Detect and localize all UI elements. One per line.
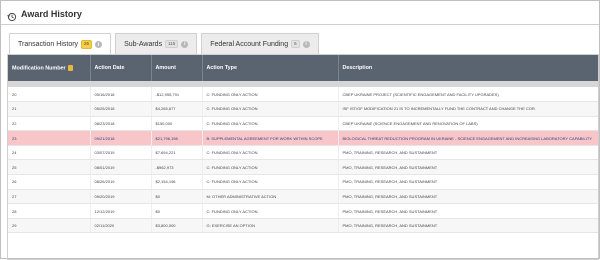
cell-action-type: B: SUPPLEMENTAL AGREEMENT FOR WORK WITHI… [202,130,339,146]
cell-action-type: C: FUNDING ONLY ACTION [202,174,339,190]
transaction-table: Modification Number Action Date Amount A… [7,54,599,260]
cell-amount: $21,796,198 [151,130,203,146]
info-icon[interactable]: i [302,40,310,48]
cell-modification-number: 26 [8,174,91,190]
tab-label: Transaction History [18,41,79,48]
table-row[interactable]: 27 09/20/2019 $0 M: OTHER ADMINISTRATIVE AC… [8,189,598,205]
cell-action-date: 05/25/2018 [90,101,152,117]
cell-modification-number: 22 [8,116,91,132]
tab-transaction-history[interactable]: Transaction History 26 i [9,33,112,55]
column-header-action-type[interactable]: Action Type [202,55,339,81]
cell-modification-number: 21 [8,101,91,117]
count-badge: 26 [81,40,93,49]
info-icon[interactable]: i [181,40,189,48]
cell-description: BIOLOGICAL THREAT REDUCTION PROGRAM IN U… [338,130,598,146]
cell-modification-number: 23 [8,130,91,146]
cell-description: PMO, TRAINING, RESEARCH, AND SUSTAINMENT [338,145,598,161]
cell-amount: $7,694,221 [151,145,203,161]
cell-action-type: C: FUNDING ONLY ACTION [202,145,339,161]
history-icon [7,9,17,22]
cell-description: CBEP UKRAINE PROJECT (SCIENTIFIC ENGAGEM… [338,87,598,103]
cell-description: PMO, TRAINING, RESEARCH, AND SUSTAINMENT [338,203,598,219]
cell-action-type: M: OTHER ADMINISTRATIVE ACTION [202,189,339,205]
column-header-description[interactable]: Description [338,55,598,81]
tab-label: Sub-Awards [124,40,163,48]
cell-modification-number: 25 [8,159,91,176]
cell-amount: -$962,973 [151,159,203,176]
count-badge: 6 [291,39,300,49]
table-row[interactable]: 22 08/23/2018 $150,000 C: FUNDING ONLY ACTI… [8,116,598,132]
table-row[interactable]: 26 08/26/2019 $2,154,196 C: FUNDING ONLY AC… [8,174,598,190]
cell-action-date: 03/07/2019 [90,145,152,161]
cell-modification-number: 24 [8,145,91,161]
cell-action-type: C: FUNDING ONLY ACTION [202,159,339,176]
cell-modification-number: 20 [8,87,91,103]
column-header-amount[interactable]: Amount [151,55,203,81]
cell-action-type: C: FUNDING ONLY ACTION [202,203,339,219]
award-history-panel: Award History Transaction History 26 i S… [0,0,600,260]
cell-description: PMO, TRAINING, RESEARCH, AND SUSTAINMENT [338,174,598,190]
cell-amount: $2,154,196 [151,174,203,190]
table-row[interactable]: 29 02/11/2020 $3,800,000 G: EXERCISE AN OPT… [8,218,598,234]
table-row[interactable]: 23 09/21/2018 $21,796,198 B: SUPPLEMENTAL A… [8,130,598,146]
tab-bar: Transaction History 26 i Sub-Awards 115 … [9,33,323,55]
cell-modification-number: 29 [8,218,91,234]
table-row[interactable]: 20 05/16/2018 -$12,955,791 C: FUNDING ONLY … [8,87,598,103]
info-icon[interactable]: i [95,41,103,48]
cell-modification-number: 28 [8,203,91,219]
cell-amount: -$12,955,791 [151,87,203,103]
cell-action-date: 09/21/2018 [90,130,152,146]
cell-description: PMO, TRAINING, RESEARCH, AND SUSTAINMENT [338,218,598,234]
cell-modification-number: 27 [8,189,91,205]
cell-action-date: 09/20/2019 [90,189,152,205]
cell-amount: $0 [151,189,203,205]
cell-action-type: C: FUNDING ONLY ACTION [202,101,339,117]
cell-amount: $3,800,000 [151,218,203,234]
tab-federal-account-funding[interactable]: Federal Account Funding 6 i [201,33,319,54]
sort-icon[interactable] [67,64,73,71]
cell-action-date: 08/01/2019 [90,159,152,176]
tab-sub-awards[interactable]: Sub-Awards 115 i [115,33,198,54]
table-header-row: Modification Number Action Date Amount A… [8,55,598,81]
table-row[interactable]: 21 05/25/2018 $4,265,677 C: FUNDING ONLY AC… [8,101,598,117]
table-row[interactable]: 25 08/01/2019 -$962,973 C: FUNDING ONLY ACT… [8,159,598,176]
column-header-action-date[interactable]: Action Date [90,55,152,81]
cell-amount: $150,000 [151,116,203,132]
cell-action-type: C: FUNDING ONLY ACTION [202,87,339,103]
tab-label: Federal Account Funding [210,40,289,48]
cell-description: ISF IST/GF MODIFICATION 21 IS TO INCREME… [338,101,598,117]
cell-description: PMO, TRAINING, RESEARCH, AND SUSTAINMENT [338,189,598,205]
panel-header: Award History [7,7,82,22]
cell-action-date: 08/26/2019 [90,174,152,190]
cell-amount: $0 [151,203,203,219]
cell-action-date: 12/12/2019 [90,203,152,219]
column-header-modification-number[interactable]: Modification Number [8,55,91,81]
cell-action-date: 05/16/2018 [90,87,152,103]
page-title: Award History [21,9,82,19]
cell-action-type: C: FUNDING ONLY ACTION [202,116,339,132]
cell-action-type: G: EXERCISE AN OPTION [202,218,339,234]
cell-description: PMO, TRAINING, RESEARCH, AND SUSTAINMENT [338,159,598,176]
header-divider [1,24,599,25]
cell-action-date: 08/23/2018 [90,116,152,132]
table-row[interactable]: 24 03/07/2019 $7,694,221 C: FUNDING ONLY AC… [8,145,598,161]
cell-description: CBEP UKRAINE (SCIENCE ENGAGEMENT AND REN… [338,116,598,132]
cell-amount: $4,265,677 [151,101,203,117]
table-row[interactable]: 28 12/12/2019 $0 C: FUNDING ONLY ACTION PMO,… [8,203,598,219]
count-badge: 115 [165,39,179,49]
cell-action-date: 02/11/2020 [90,218,152,234]
